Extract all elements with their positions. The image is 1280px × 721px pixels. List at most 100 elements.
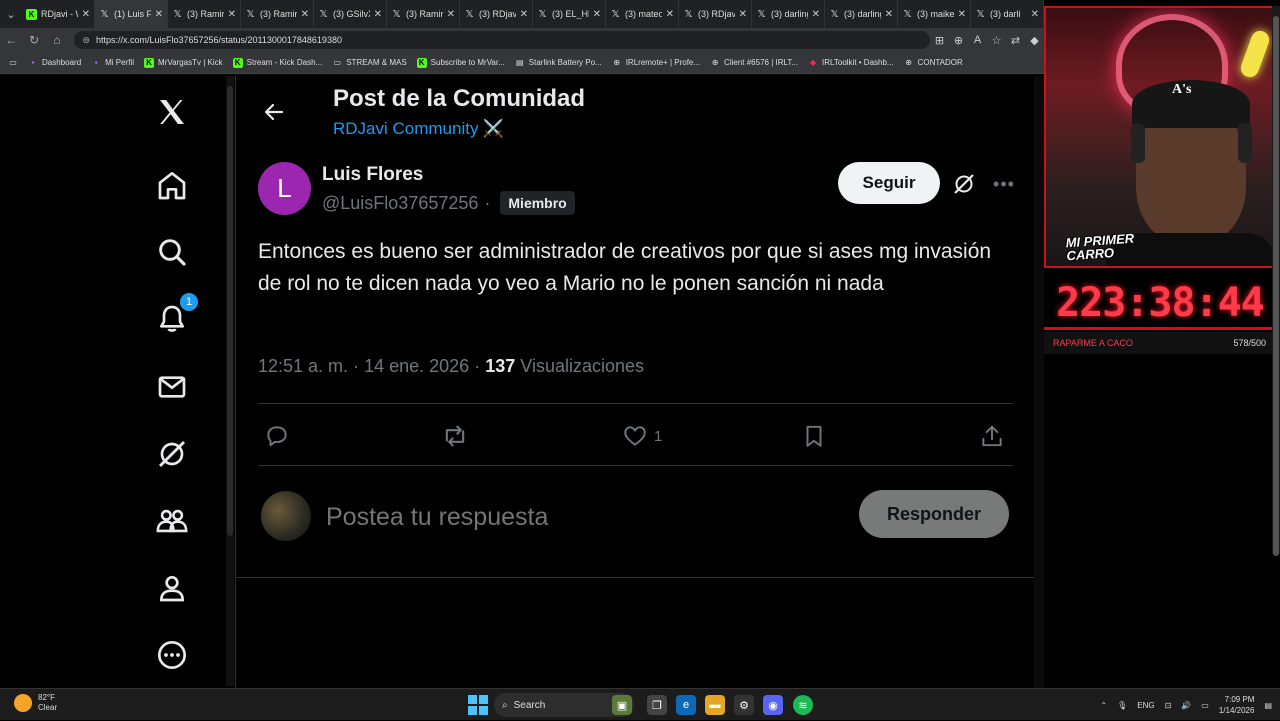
zoom-icon[interactable]: ⊕ — [949, 30, 968, 50]
tab-close-icon[interactable]: ✕ — [593, 9, 601, 20]
tab-close-icon[interactable]: ✕ — [666, 9, 674, 20]
tab-search-chevron-icon[interactable]: ⌄ — [0, 0, 22, 28]
repost-action[interactable] — [441, 420, 469, 452]
bookmarks-menu-icon[interactable]: ▭ — [8, 58, 18, 68]
bookmark-icon[interactable] — [801, 423, 827, 449]
messages-envelope-icon[interactable] — [152, 367, 192, 407]
window-scrollbar-thumb[interactable] — [1273, 16, 1279, 556]
x-logo-icon[interactable] — [152, 92, 192, 132]
extension-diamond-icon[interactable]: ◆ — [1025, 30, 1044, 50]
tab-close-icon[interactable]: ✕ — [520, 9, 528, 20]
profile-icon[interactable] — [152, 568, 192, 608]
browser-tab[interactable]: 𝕏 (3) Ramiro ✕ — [241, 0, 314, 28]
windows-start-icon[interactable] — [468, 695, 488, 715]
browser-tab[interactable]: 𝕏 (3) darling ✕ — [825, 0, 898, 28]
task-view-icon[interactable]: ❐ — [647, 695, 667, 715]
spotify-app-icon[interactable]: ≋ — [793, 695, 813, 715]
post-date[interactable]: 14 ene. 2026 — [364, 356, 469, 376]
bookmark-item[interactable]: ▭ STREAM & MAS — [332, 58, 406, 68]
favorite-star-icon[interactable]: ☆ — [987, 30, 1006, 50]
browser-tab[interactable]: 𝕏 (3) Ramiro ✕ — [387, 0, 460, 28]
bookmark-item[interactable]: ▤ Starlink Battery Po... — [515, 58, 602, 68]
grok-icon[interactable] — [152, 434, 192, 474]
my-avatar[interactable] — [261, 491, 311, 541]
author-avatar[interactable]: L — [258, 162, 311, 215]
volume-icon[interactable]: 🔊 — [1181, 701, 1191, 710]
battery-icon[interactable]: ▭ — [1201, 701, 1209, 710]
post-time[interactable]: 12:51 a. m. — [258, 356, 348, 376]
url-field[interactable]: ⊜ https://x.com/LuisFlo37657256/status/2… — [74, 31, 931, 49]
browser-tab[interactable]: 𝕏 (3) darling ✕ — [752, 0, 825, 28]
back-arrow-icon[interactable] — [258, 96, 290, 128]
edge-browser-icon[interactable]: e — [676, 695, 696, 715]
discord-app-icon[interactable]: ◉ — [763, 695, 783, 715]
bookmark-item[interactable]: ▪ Dashboard — [28, 58, 82, 68]
widgets-app-icon[interactable]: ▣ — [612, 695, 632, 715]
community-link[interactable]: RDJavi Community ⚔️ — [333, 119, 504, 139]
bookmark-item[interactable]: ◆ IRLToolkit • Dashb... — [808, 58, 894, 68]
grok-explain-icon[interactable] — [949, 169, 979, 199]
extensions-icon[interactable]: ⇄ — [1006, 30, 1025, 50]
tab-close-icon[interactable]: ✕ — [739, 9, 747, 20]
file-explorer-icon[interactable]: ▬ — [705, 695, 725, 715]
browser-tab[interactable]: 𝕏 (3) darli ✕ — [971, 0, 1044, 28]
page-scrollbar-thumb[interactable] — [227, 86, 233, 536]
tray-overflow-chevron-icon[interactable]: ⌃ — [1100, 701, 1107, 710]
heart-icon[interactable] — [622, 423, 648, 449]
tab-close-icon[interactable]: ✕ — [374, 9, 382, 20]
bookmark-item[interactable]: K Subscribe to MrVar... — [416, 57, 505, 68]
browser-tab[interactable]: 𝕏 (3) GSilvX ✕ — [314, 0, 387, 28]
author-handle[interactable]: @LuisFlo37657256 — [322, 193, 478, 214]
notifications-tray-icon[interactable]: ▤ — [1264, 701, 1272, 710]
microphone-icon[interactable]: 🎙 — [1117, 701, 1127, 710]
share-upload-icon[interactable] — [979, 423, 1005, 449]
back-nav-icon[interactable]: ← — [0, 28, 23, 52]
clock[interactable]: 7:09 PM 1/14/2026 — [1219, 694, 1255, 716]
weather-widget[interactable]: 82°F Clear — [14, 693, 57, 713]
bookmark-item[interactable]: ▪ Mi Perfil — [91, 58, 134, 68]
tab-close-icon[interactable]: ✕ — [228, 9, 236, 20]
tab-close-icon[interactable]: ✕ — [958, 9, 966, 20]
browser-tab[interactable]: K RDjavi - W ✕ — [22, 0, 95, 28]
tab-close-icon[interactable]: ✕ — [885, 9, 893, 20]
browser-tab[interactable]: 𝕏 (3) RDjavi ✕ — [460, 0, 533, 28]
read-aloud-icon[interactable]: A — [968, 30, 987, 50]
language-indicator[interactable]: ENG — [1137, 701, 1154, 710]
explore-search-icon[interactable] — [152, 232, 192, 272]
settings-gear-icon[interactable]: ⚙ — [734, 695, 754, 715]
tab-close-icon[interactable]: ✕ — [155, 9, 163, 20]
tab-close-icon[interactable]: ✕ — [1031, 9, 1039, 20]
browser-tab[interactable]: 𝕏 (3) Ramiro ✕ — [168, 0, 241, 28]
bookmark-action[interactable] — [801, 420, 827, 452]
respond-button[interactable]: Responder — [859, 490, 1009, 538]
follow-button[interactable]: Seguir — [838, 162, 940, 204]
tab-close-icon[interactable]: ✕ — [447, 9, 455, 20]
more-options-circle-icon[interactable] — [152, 635, 192, 675]
browser-tab[interactable]: 𝕏 (1) Luis Fl ✕ — [95, 0, 168, 28]
browser-tab[interactable]: 𝕏 (3) RDjavi ✕ — [679, 0, 752, 28]
bookmark-item[interactable]: ⊕ CONTADOR — [904, 58, 963, 68]
like-action[interactable]: 1 — [622, 420, 662, 452]
browser-tab[interactable]: 𝕏 (3) EL_HE ✕ — [533, 0, 606, 28]
bookmark-item[interactable]: K MrVargasTv | Kick — [144, 57, 223, 68]
bookmark-item[interactable]: K Stream - Kick Dash... — [232, 57, 322, 68]
more-dots-icon[interactable]: ••• — [988, 169, 1020, 199]
communities-icon[interactable] — [152, 501, 192, 541]
reload-icon[interactable]: ↻ — [23, 28, 46, 52]
browser-tab[interactable]: 𝕏 (3) mateo ✕ — [606, 0, 679, 28]
home-nav-icon[interactable] — [152, 166, 192, 206]
home-icon[interactable]: ⌂ — [46, 28, 69, 52]
bookmark-item[interactable]: ⊕ Client #6576 | IRLT... — [710, 58, 798, 68]
network-icon[interactable]: ⊡ — [1165, 701, 1172, 710]
window-scrollbar[interactable] — [1272, 6, 1280, 556]
repost-icon[interactable] — [441, 422, 469, 450]
reply-bubble-icon[interactable] — [264, 423, 290, 449]
site-info-icon[interactable]: ⊜ — [82, 35, 90, 46]
notifications-bell-icon[interactable]: 1 — [152, 293, 198, 339]
install-app-icon[interactable]: ⊞ — [930, 30, 949, 50]
tab-close-icon[interactable]: ✕ — [82, 9, 90, 20]
share-action[interactable] — [979, 420, 1005, 452]
page-scrollbar[interactable] — [226, 76, 234, 686]
author-name[interactable]: Luis Flores — [322, 164, 423, 186]
bookmark-item[interactable]: ⊕ IRLremote+ | Profe... — [612, 58, 700, 68]
